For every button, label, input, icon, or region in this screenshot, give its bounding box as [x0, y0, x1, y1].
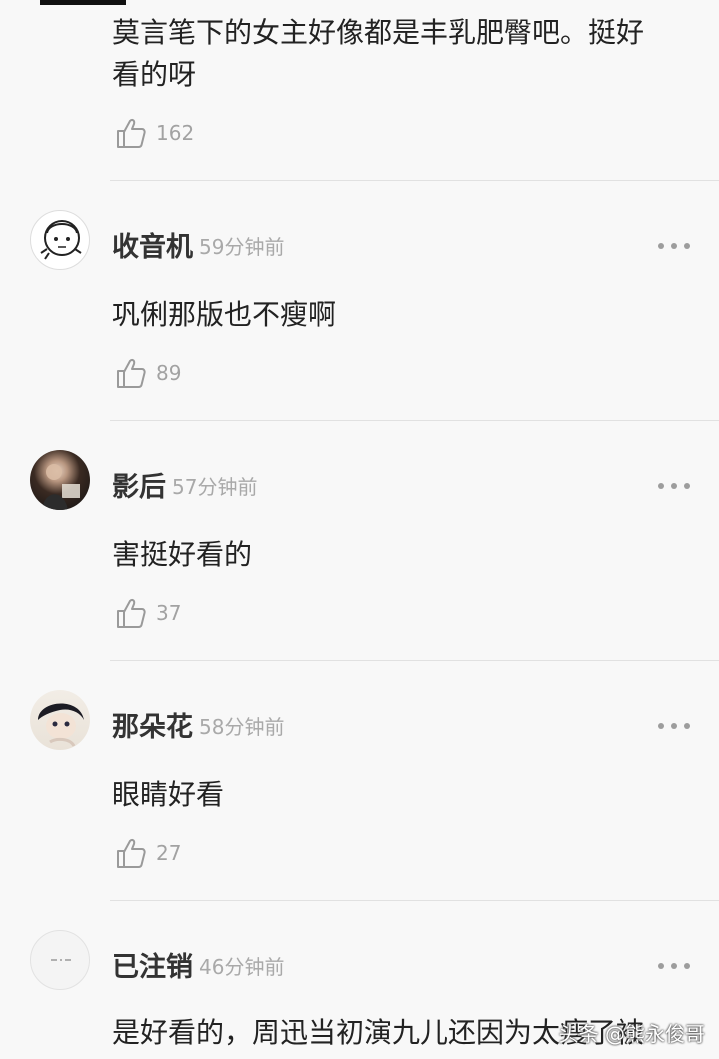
- like-count: 162: [156, 121, 195, 145]
- more-dots-icon: [658, 963, 664, 969]
- like-button[interactable]: 162: [116, 116, 194, 150]
- comment-header: 已注销 46分钟前: [112, 949, 284, 986]
- thumbs-up-icon: [116, 117, 146, 149]
- thumbs-up-icon: [116, 837, 146, 869]
- top-indicator-bar: [40, 0, 126, 5]
- thumbs-up-icon: [116, 597, 146, 629]
- avatar[interactable]: [30, 930, 90, 990]
- divider: [110, 180, 719, 181]
- comment-time: 57分钟前: [172, 475, 258, 499]
- avatar[interactable]: [30, 450, 90, 510]
- avatar[interactable]: [30, 210, 90, 270]
- like-count: 89: [156, 361, 182, 385]
- more-dots-icon: [658, 723, 664, 729]
- comment-text: 眼睛好看: [112, 778, 225, 811]
- like-button[interactable]: 89: [116, 356, 181, 390]
- thumbs-up-icon: [116, 357, 146, 389]
- username[interactable]: 影后: [112, 472, 166, 503]
- comment-time: 59分钟前: [199, 235, 285, 259]
- watermark: 头条 @熊永俊哥: [558, 1022, 705, 1046]
- comment-text-line: 莫言笔下的女主好像都是丰乳肥臀吧。挺好: [112, 16, 645, 49]
- comment-time: 46分钟前: [199, 955, 285, 979]
- comment-header: 收音机 59分钟前: [112, 229, 284, 266]
- comment-header: 影后 57分钟前: [112, 469, 257, 506]
- comment-list-page: 莫言笔下的女主好像都是丰乳肥臀吧。挺好 看的呀 162 收音机 59分钟前 巩俐那…: [0, 0, 719, 1059]
- divider: [110, 420, 719, 421]
- comment-header: 那朵花 58分钟前: [112, 709, 284, 746]
- like-button[interactable]: 37: [116, 596, 181, 630]
- divider: [110, 660, 719, 661]
- like-button[interactable]: 27: [116, 836, 181, 870]
- like-count: 37: [156, 601, 182, 625]
- more-options-button[interactable]: [658, 720, 690, 732]
- comment-time: 58分钟前: [199, 715, 285, 739]
- comment-text-line: 看的呀: [112, 58, 197, 91]
- like-count: 27: [156, 841, 182, 865]
- more-options-button[interactable]: [658, 960, 690, 972]
- username[interactable]: 已注销: [112, 952, 193, 983]
- divider: [110, 900, 719, 901]
- username[interactable]: 那朵花: [112, 712, 193, 743]
- more-dots-icon: [658, 243, 664, 249]
- more-dots-icon: [658, 483, 664, 489]
- more-options-button[interactable]: [658, 480, 690, 492]
- username[interactable]: 收音机: [112, 232, 193, 263]
- comment-text: 巩俐那版也不瘦啊: [112, 298, 337, 331]
- comment-text: 害挺好看的: [112, 538, 253, 571]
- more-options-button[interactable]: [658, 240, 690, 252]
- avatar[interactable]: [30, 690, 90, 750]
